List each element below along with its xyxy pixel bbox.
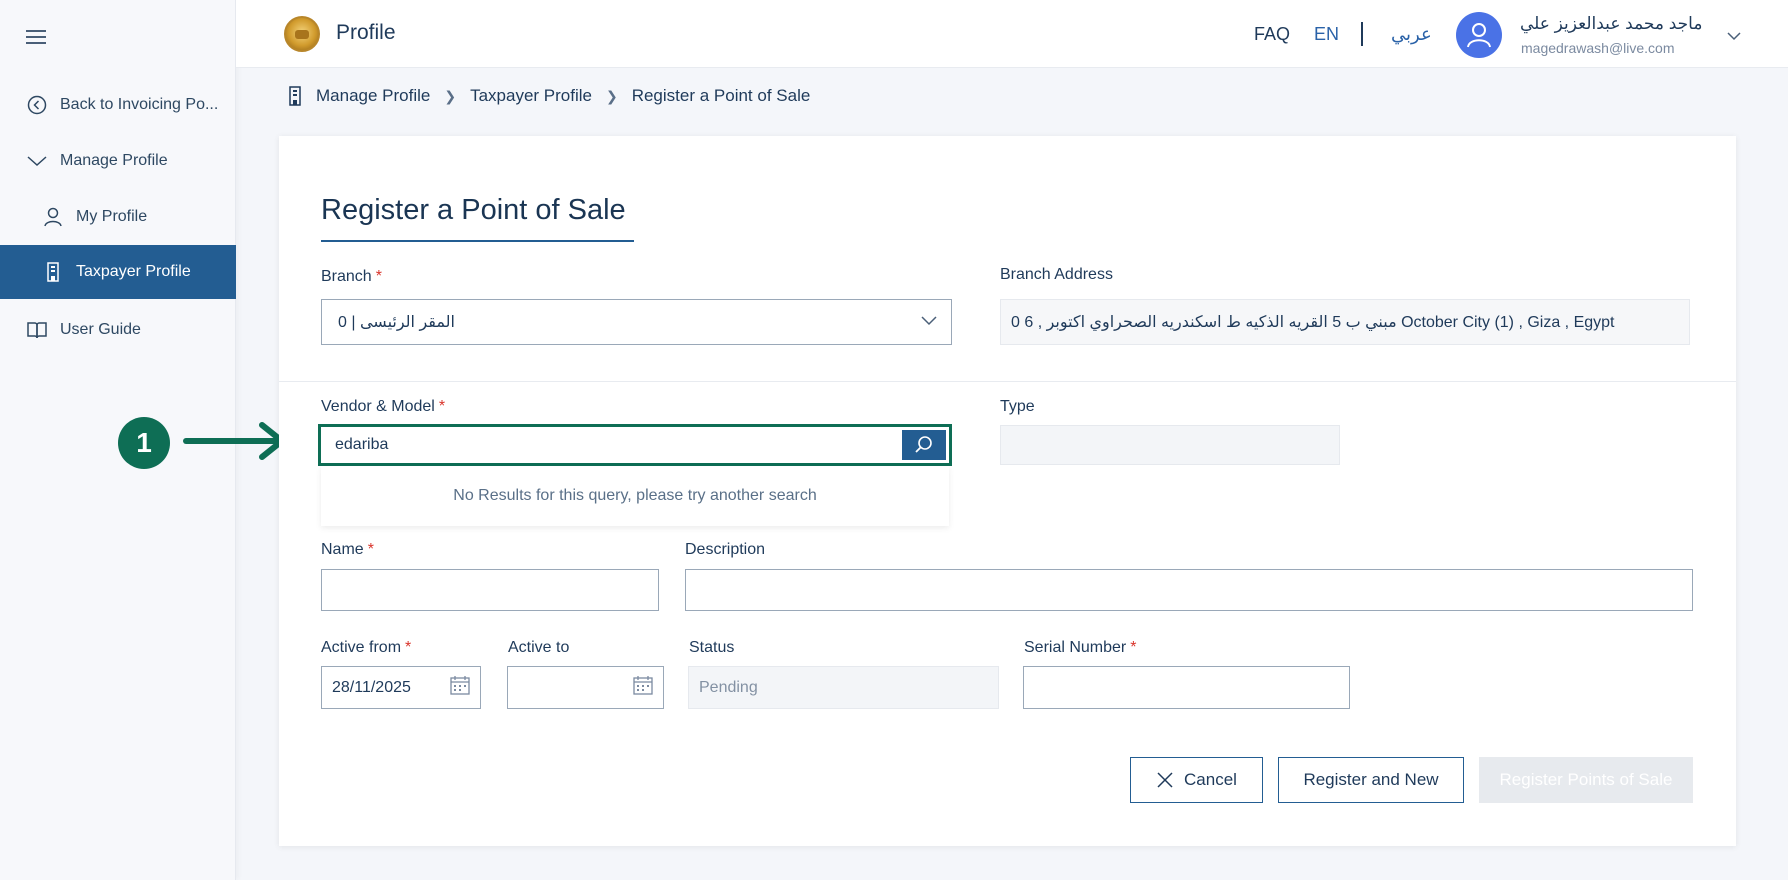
top-header: Profile FAQ EN عربي ماجد محمد عبدالعزيز …	[236, 0, 1788, 68]
cancel-button[interactable]: Cancel	[1130, 757, 1263, 803]
name-label: Name *	[321, 541, 374, 558]
breadcrumb-manage-profile[interactable]: Manage Profile	[316, 86, 430, 106]
vendor-model-label: Vendor & Model *	[321, 398, 446, 415]
user-email: magedrawash@live.com	[1521, 40, 1675, 56]
active-to-label: Active to	[508, 639, 570, 656]
register-and-new-button[interactable]: Register and New	[1278, 757, 1464, 803]
breadcrumb-current: Register a Point of Sale	[631, 86, 811, 105]
active-from-date-input[interactable]: 28/11/2025	[321, 666, 481, 709]
register-pos-button[interactable]: Register Points of Sale	[1479, 757, 1693, 803]
close-icon	[1156, 771, 1174, 789]
title-underline	[321, 240, 634, 242]
user-icon	[42, 206, 64, 228]
type-label: Type	[1000, 398, 1035, 415]
type-field	[1000, 425, 1340, 465]
branch-label: Branch *	[321, 268, 382, 285]
user-menu-chevron-icon[interactable]	[1727, 28, 1741, 46]
lang-ar-link[interactable]: عربي	[1391, 24, 1432, 45]
vendor-model-search-input[interactable]: edariba	[318, 424, 952, 466]
serial-number-input[interactable]	[1023, 666, 1350, 709]
faq-link[interactable]: FAQ	[1254, 24, 1290, 45]
active-from-label: Active from *	[321, 639, 412, 656]
breadcrumb: Manage Profile ❯ Taxpayer Profile ❯ Regi…	[288, 86, 810, 106]
status-label: Status	[689, 639, 735, 656]
active-from-value: 28/11/2025	[332, 678, 411, 696]
branch-select[interactable]: المقر الرئيسى | 0	[321, 299, 952, 345]
vendor-model-value: edariba	[335, 436, 389, 453]
name-input[interactable]	[321, 569, 659, 611]
sidebar-item-label: My Profile	[76, 208, 148, 225]
search-icon	[915, 436, 932, 453]
header-divider	[1361, 22, 1363, 46]
register-pos-label: Register Points of Sale	[1499, 770, 1673, 789]
status-value: Pending	[699, 678, 758, 696]
register-and-new-label: Register and New	[1303, 770, 1439, 789]
step-marker: 1	[118, 417, 170, 469]
description-label: Description	[685, 541, 766, 558]
lang-en-link[interactable]: EN	[1314, 24, 1339, 45]
chevron-down-icon	[921, 313, 937, 331]
chevron-right-icon: ❯	[444, 87, 457, 104]
sidebar-item-label: Taxpayer Profile	[76, 263, 191, 280]
sidebar-item-label: User Guide	[60, 321, 141, 338]
branch-address-field: 0 6 , مبني ب 5 القريه الذكيه ط اسكندريه …	[1000, 299, 1690, 345]
user-name: ماجد محمد عبدالعزيز علي	[1520, 14, 1703, 33]
status-field: Pending	[688, 666, 999, 709]
book-icon	[26, 319, 48, 341]
sidebar-item-label: Back to Invoicing Po...	[60, 96, 219, 113]
building-icon	[288, 86, 302, 106]
back-circle-icon	[26, 94, 48, 116]
hamburger-menu-icon[interactable]	[26, 30, 46, 44]
arrow-right-icon	[183, 422, 285, 460]
chevron-right-icon: ❯	[605, 87, 618, 104]
sidebar-item-my-profile[interactable]: My Profile	[0, 190, 236, 244]
serial-number-label: Serial Number *	[1024, 639, 1137, 656]
active-to-date-input[interactable]	[507, 666, 664, 709]
sidebar-item-manage-profile[interactable]: Manage Profile	[0, 134, 236, 188]
app-title: Profile	[336, 21, 396, 44]
sidebar-item-user-guide[interactable]: User Guide	[0, 303, 236, 357]
no-results-message: No Results for this query, please try an…	[321, 466, 949, 526]
page-title: Register a Point of Sale	[321, 194, 626, 226]
building-icon	[42, 261, 64, 283]
cancel-label: Cancel	[1184, 770, 1237, 789]
breadcrumb-taxpayer-profile[interactable]: Taxpayer Profile	[470, 86, 592, 106]
sidebar-item-taxpayer-profile[interactable]: Taxpayer Profile	[0, 245, 236, 299]
register-pos-card: Register a Point of Sale Branch * المقر ا…	[279, 136, 1736, 846]
description-input[interactable]	[685, 569, 1693, 611]
search-button[interactable]	[902, 430, 946, 460]
branch-address-label: Branch Address	[1000, 266, 1113, 283]
eta-logo	[284, 16, 320, 52]
calendar-icon[interactable]	[450, 675, 470, 700]
avatar[interactable]	[1456, 12, 1502, 58]
chevron-down-icon	[26, 150, 48, 172]
branch-value: المقر الرئيسى | 0	[338, 314, 455, 331]
section-divider	[279, 381, 1736, 382]
sidebar-item-back-to-invoicing[interactable]: Back to Invoicing Po...	[0, 78, 236, 132]
user-avatar-icon	[1467, 23, 1491, 48]
branch-address-value: 0 6 , مبني ب 5 القريه الذكيه ط اسكندريه …	[1011, 314, 1615, 331]
calendar-icon[interactable]	[633, 675, 653, 700]
sidebar-item-label: Manage Profile	[60, 152, 168, 169]
